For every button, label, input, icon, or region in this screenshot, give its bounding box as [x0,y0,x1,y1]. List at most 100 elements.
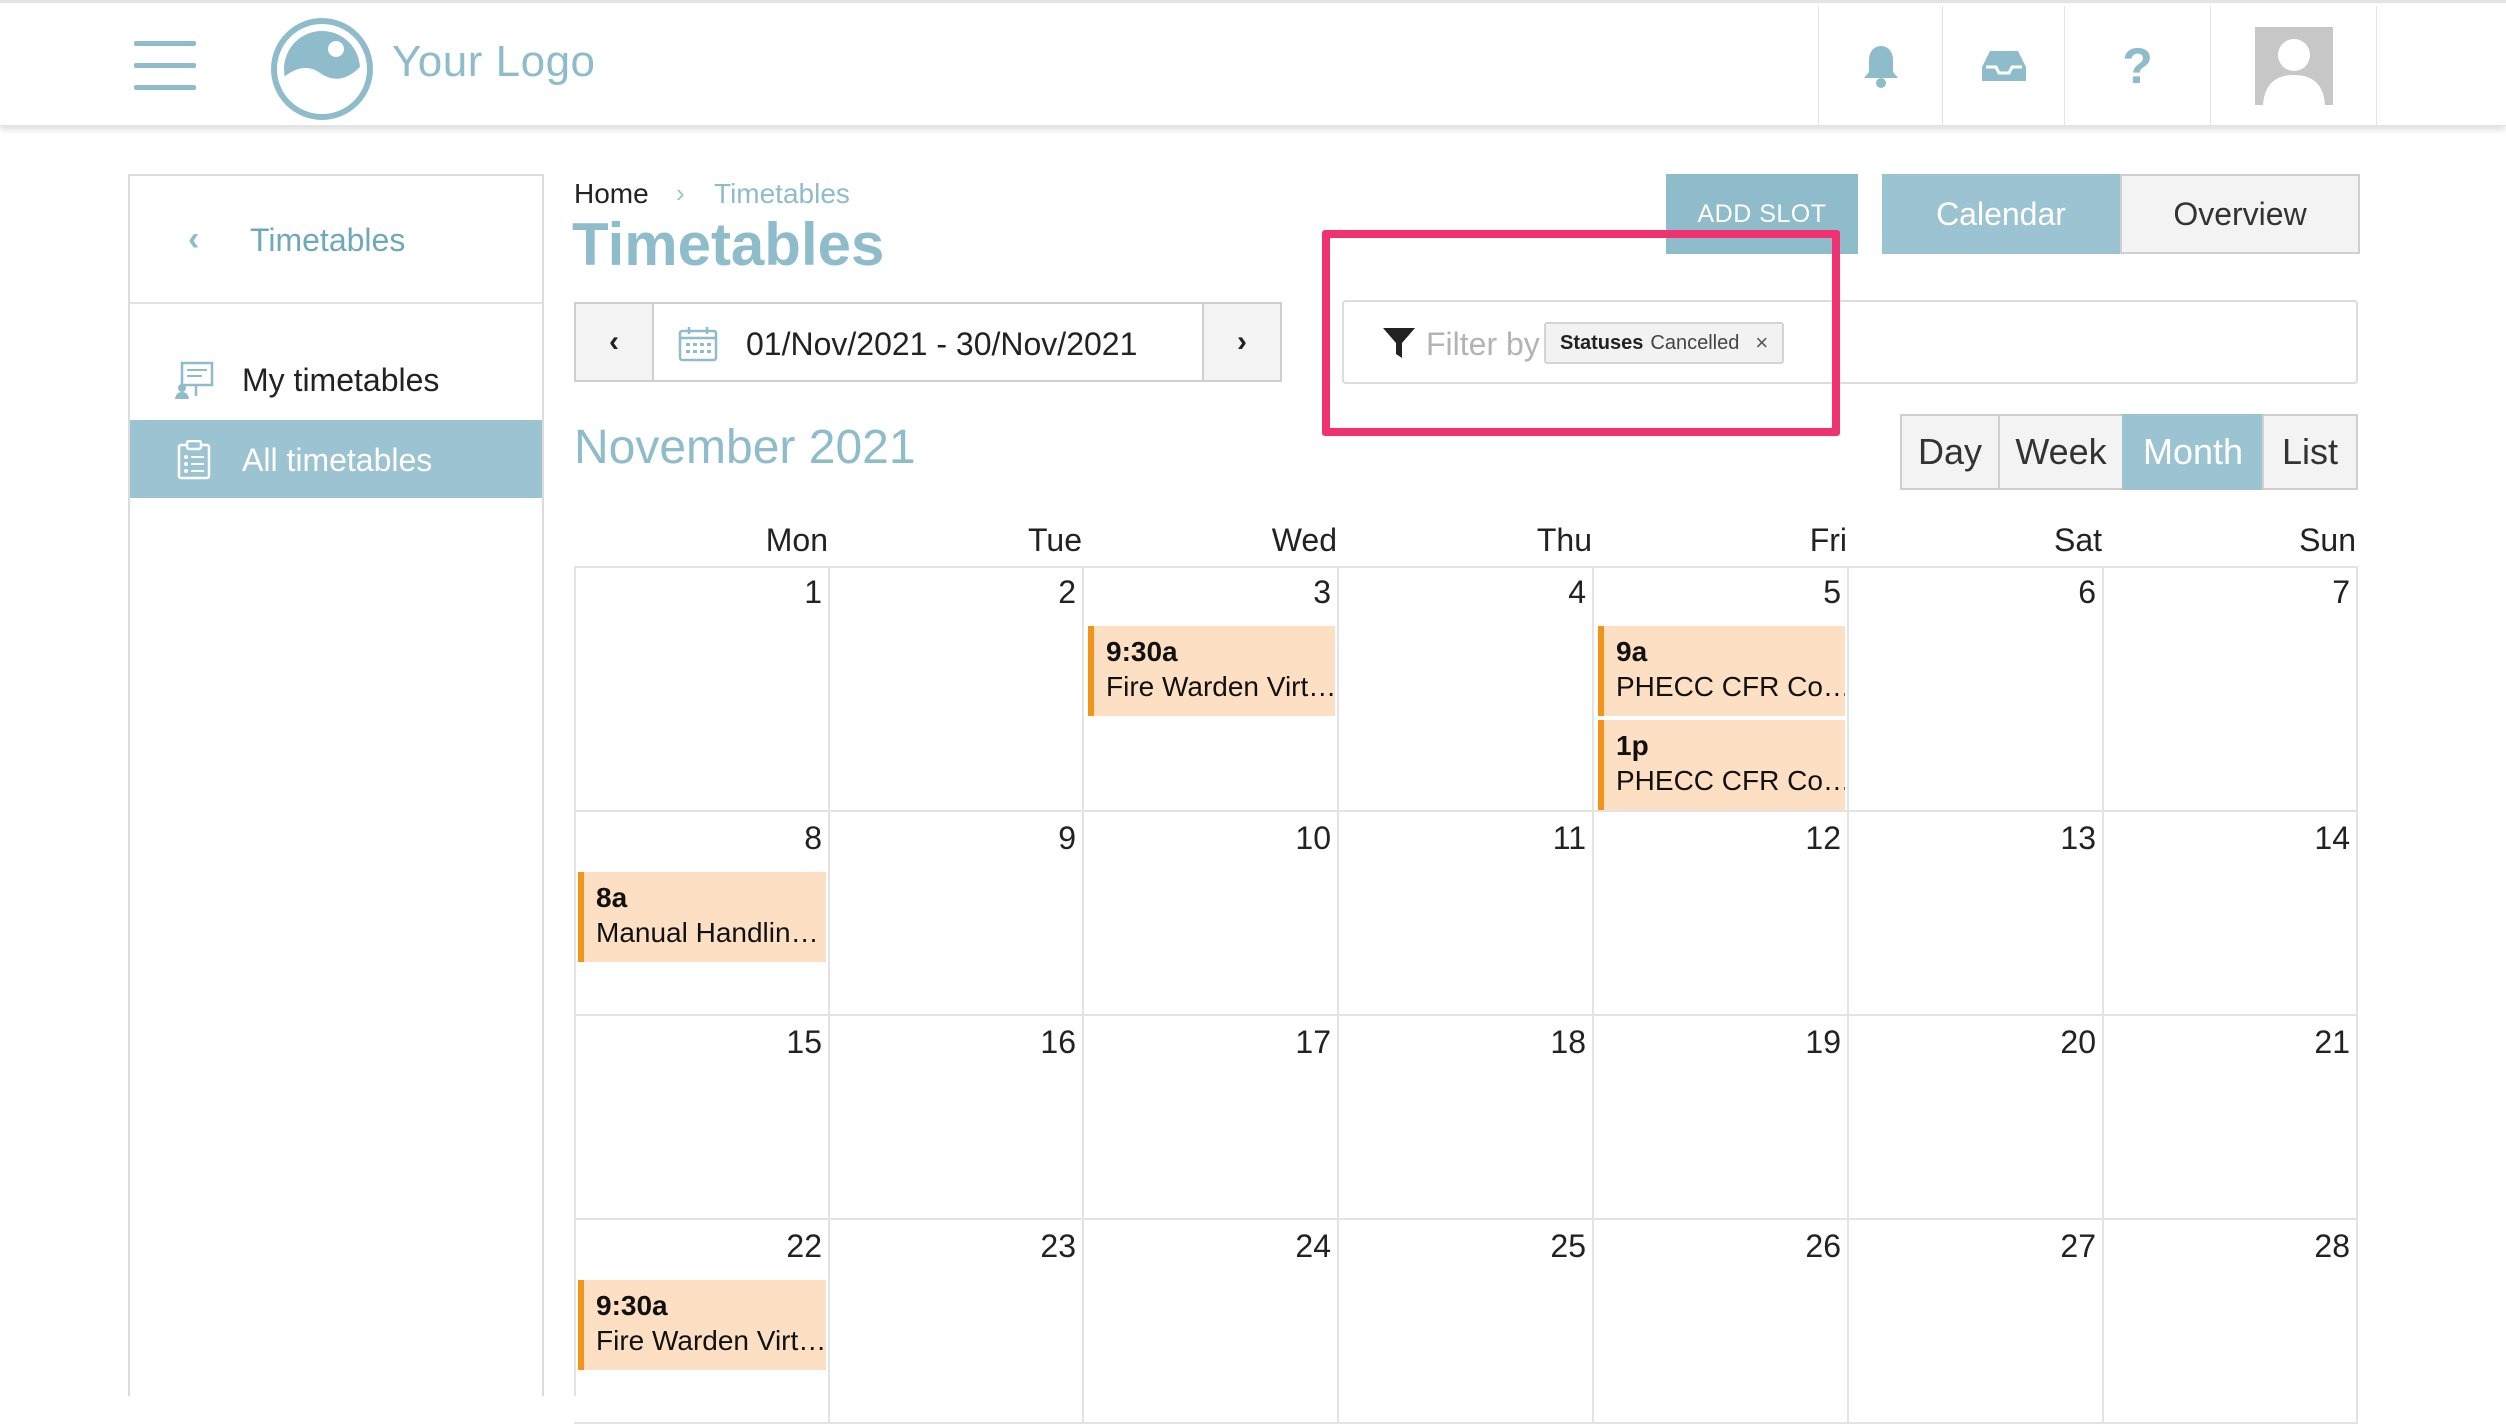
day-number: 12 [1805,820,1841,856]
logo-text: Your Logo [392,37,596,86]
calendar-event[interactable]: 8a Manual Handlin… [578,872,826,962]
event-time: 1p [1616,730,1649,761]
sidebar-item-all-timetables[interactable]: All timetables [130,420,542,498]
day-number: 28 [2314,1228,2350,1264]
filter-icon [1383,328,1415,358]
day-cell[interactable]: 24 [1084,1220,1339,1424]
day-cell[interactable]: 17 [1084,1016,1339,1220]
event-title: Fire Warden Virt… [1106,671,1335,702]
date-range-picker[interactable]: 01/Nov/2021 - 30/Nov/2021 [652,302,1204,382]
next-range-button[interactable]: › [1202,302,1282,382]
breadcrumb-current: Timetables [714,178,850,209]
day-number: 6 [2078,574,2096,610]
chevron-left-icon: ‹ [609,325,619,358]
day-cell[interactable]: 15 [574,1016,830,1220]
day-cell[interactable]: 9 [830,812,1084,1016]
user-menu-button[interactable] [2210,6,2376,126]
day-cell[interactable]: 19 [1594,1016,1849,1220]
day-cell[interactable]: 7 [2104,566,2358,812]
view-month-button[interactable]: Month [2122,414,2264,490]
day-number: 15 [786,1024,822,1060]
view-list-button[interactable]: List [2262,414,2358,490]
page-title: Timetables [572,211,885,278]
inbox-icon [1981,51,2026,81]
sidebar: ‹ Timetables My timetables All timetable… [128,174,544,1396]
sidebar-back-label: Timetables [250,222,406,258]
sidebar-item-label: My timetables [242,362,440,398]
day-number: 24 [1295,1228,1331,1264]
day-number: 5 [1823,574,1841,610]
day-number: 19 [1805,1024,1841,1060]
sidebar-item-my-timetables[interactable]: My timetables [130,340,542,418]
hamburger-menu-icon[interactable] [134,41,196,91]
bell-icon [1863,46,1898,88]
day-cell[interactable]: 28 [2104,1220,2358,1424]
calendar-icon [678,327,718,362]
weekday-header: Thu [1536,522,1592,558]
weekday-header: Sat [2053,522,2102,558]
day-cell[interactable]: 10 [1084,812,1339,1016]
filter-chip-statuses[interactable]: Statuses Cancelled × [1544,322,1785,364]
day-number: 26 [1805,1228,1841,1264]
header-spacer [2376,6,2506,126]
day-number: 16 [1040,1024,1076,1060]
day-number: 14 [2314,820,2350,856]
remove-chip-icon[interactable]: × [1755,330,1768,356]
day-number: 7 [2332,574,2350,610]
weekday-header: Sun [2299,522,2356,558]
day-cell[interactable]: 23 [830,1220,1084,1424]
logo-icon [271,18,373,120]
day-cell[interactable]: 1 [574,566,830,812]
calendar-event[interactable]: 9:30a Fire Warden Virt… [1088,626,1335,716]
day-cell[interactable]: 14 [2104,812,2358,1016]
event-time: 9a [1616,636,1648,667]
month-title: November 2021 [574,421,916,474]
calendar-event[interactable]: 9:30a Fire Warden Virt… [578,1280,826,1370]
day-cell[interactable]: 2 [830,566,1084,812]
day-cell[interactable]: 26 [1594,1220,1849,1424]
day-number: 9 [1058,820,1076,856]
breadcrumb-home[interactable]: Home [574,178,649,210]
filter-chip-key: Statuses [1560,331,1644,354]
view-day-button[interactable]: Day [1900,414,2000,490]
day-number: 8 [804,820,822,856]
weekday-header: Fri [1809,522,1847,558]
previous-range-button[interactable]: ‹ [574,302,654,382]
calendar-event[interactable]: 9a PHECC CFR Co… [1598,626,1845,716]
event-title: Fire Warden Virt… [596,1325,826,1356]
day-cell[interactable]: 16 [830,1016,1084,1220]
add-slot-button[interactable]: ADD SLOT [1666,174,1858,254]
weekday-header: Tue [1028,522,1082,558]
calendar-event[interactable]: 1p PHECC CFR Co… [1598,720,1845,810]
day-number: 17 [1295,1024,1331,1060]
day-number: 22 [786,1228,822,1264]
day-number: 11 [1552,820,1586,856]
help-icon: ? [2122,38,2153,94]
day-cell[interactable]: 13 [1849,812,2104,1016]
day-cell[interactable]: 25 [1339,1220,1594,1424]
day-cell[interactable]: 27 [1849,1220,2104,1424]
view-week-button[interactable]: Week [1998,414,2124,490]
inbox-button[interactable] [1942,6,2064,126]
day-number: 13 [2060,820,2096,856]
tab-overview[interactable]: Overview [2120,174,2360,254]
day-cell[interactable]: 12 [1594,812,1849,1016]
weekday-header: Wed [1271,522,1337,558]
day-cell[interactable]: 20 [1849,1016,2104,1220]
day-cell[interactable]: 18 [1339,1016,1594,1220]
notifications-button[interactable] [1818,6,1942,126]
sidebar-back-link[interactable]: ‹ Timetables [130,176,542,304]
day-number: 10 [1295,820,1331,856]
weekday-header: Mon [765,522,828,558]
filter-input[interactable]: Filter by Statuses Cancelled × [1342,300,2358,384]
day-cell[interactable]: 21 [2104,1016,2358,1220]
top-navbar: Your Logo ? [0,0,2506,126]
tab-calendar[interactable]: Calendar [1882,174,2120,254]
chevron-right-icon: › [1237,325,1247,358]
day-cell[interactable]: 4 [1339,566,1594,812]
day-cell[interactable]: 11 [1339,812,1594,1016]
help-button[interactable]: ? [2064,6,2210,126]
day-cell[interactable]: 6 [1849,566,2104,812]
event-time: 8a [596,882,628,913]
day-number: 23 [1040,1228,1076,1264]
